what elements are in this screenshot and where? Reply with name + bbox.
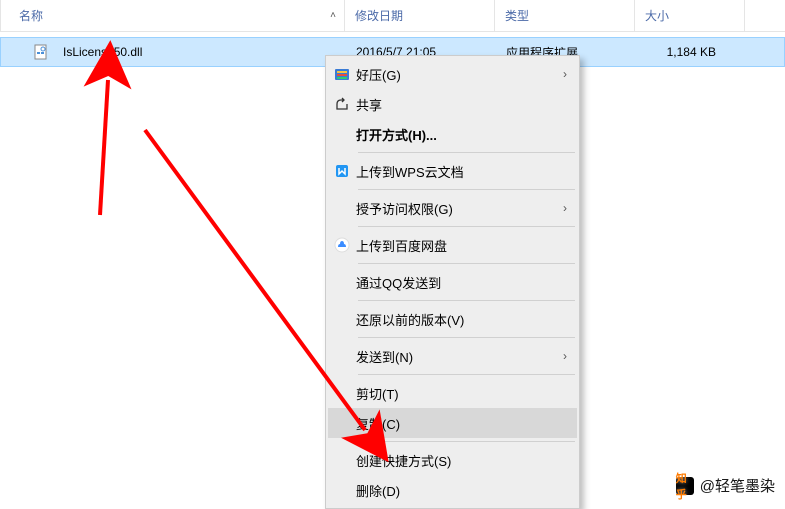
- menu-cut-label: 剪切(T): [356, 384, 577, 403]
- menu-separator: [358, 263, 575, 264]
- baidu-icon: [328, 237, 356, 253]
- column-header-name[interactable]: 名称 ˄: [0, 0, 345, 31]
- file-name-label: IsLicense50.dll: [63, 45, 142, 59]
- header-type-label: 类型: [505, 7, 529, 24]
- watermark-text: @轻笔墨染: [700, 475, 775, 496]
- submenu-arrow-icon: ›: [553, 67, 577, 81]
- menu-baidu[interactable]: 上传到百度网盘: [328, 230, 577, 260]
- menu-wps-label: 上传到WPS云文档: [356, 162, 577, 181]
- menu-separator: [358, 374, 575, 375]
- menu-copy[interactable]: 复制(C): [328, 408, 577, 438]
- menu-separator: [358, 337, 575, 338]
- menu-shortcut-label: 创建快捷方式(S): [356, 451, 577, 470]
- header-name-label: 名称: [19, 7, 43, 24]
- wps-icon: [328, 163, 356, 179]
- menu-share-label: 共享: [356, 95, 577, 114]
- menu-qq[interactable]: 通过QQ发送到: [328, 267, 577, 297]
- menu-qq-label: 通过QQ发送到: [356, 273, 577, 292]
- menu-haoya[interactable]: 好压(G) ›: [328, 59, 577, 89]
- menu-grant-label: 授予访问权限(G): [356, 199, 553, 218]
- menu-wps[interactable]: 上传到WPS云文档: [328, 156, 577, 186]
- context-menu: 好压(G) › 共享 打开方式(H)... 上传到WPS云文档 授予访问权限(G…: [325, 55, 580, 509]
- haoya-icon: [328, 66, 356, 82]
- column-header-type[interactable]: 类型: [495, 0, 635, 31]
- menu-sendto[interactable]: 发送到(N) ›: [328, 341, 577, 371]
- column-header-row: 名称 ˄ 修改日期 类型 大小: [0, 0, 785, 32]
- column-header-size[interactable]: 大小: [635, 0, 745, 31]
- menu-separator: [358, 152, 575, 153]
- menu-cut[interactable]: 剪切(T): [328, 378, 577, 408]
- submenu-arrow-icon: ›: [553, 201, 577, 215]
- dll-file-icon: [33, 44, 49, 60]
- watermark: 知乎 @轻笔墨染: [676, 475, 775, 496]
- header-size-label: 大小: [645, 7, 669, 24]
- file-size-label: 1,184 KB: [636, 45, 746, 59]
- menu-sendto-label: 发送到(N): [356, 347, 553, 366]
- menu-delete-label: 删除(D): [356, 481, 577, 500]
- sort-chevron-icon: ˄: [330, 10, 336, 21]
- submenu-arrow-icon: ›: [553, 349, 577, 363]
- zhihu-icon: 知乎: [676, 477, 694, 495]
- header-date-label: 修改日期: [355, 7, 403, 24]
- menu-copy-label: 复制(C): [356, 414, 577, 433]
- menu-restore[interactable]: 还原以前的版本(V): [328, 304, 577, 334]
- menu-separator: [358, 300, 575, 301]
- menu-delete[interactable]: 删除(D): [328, 475, 577, 505]
- menu-openwith-label: 打开方式(H)...: [356, 125, 577, 144]
- menu-baidu-label: 上传到百度网盘: [356, 236, 577, 255]
- menu-openwith[interactable]: 打开方式(H)...: [328, 119, 577, 149]
- menu-share[interactable]: 共享: [328, 89, 577, 119]
- column-header-date[interactable]: 修改日期: [345, 0, 495, 31]
- menu-restore-label: 还原以前的版本(V): [356, 310, 577, 329]
- menu-haoya-label: 好压(G): [356, 65, 553, 84]
- menu-shortcut[interactable]: 创建快捷方式(S): [328, 445, 577, 475]
- menu-separator: [358, 441, 575, 442]
- menu-separator: [358, 189, 575, 190]
- menu-separator: [358, 226, 575, 227]
- share-icon: [328, 96, 356, 112]
- menu-grant[interactable]: 授予访问权限(G) ›: [328, 193, 577, 223]
